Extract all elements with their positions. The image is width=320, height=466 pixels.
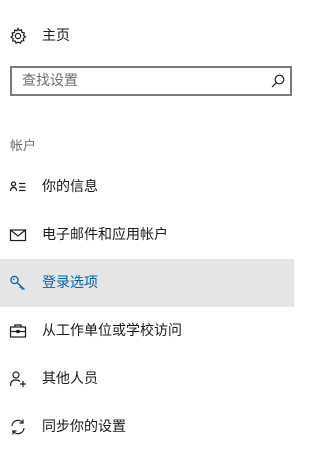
nav-item-label: 其他人员 xyxy=(42,371,98,387)
search-icon[interactable] xyxy=(270,73,286,89)
briefcase-icon xyxy=(9,322,27,340)
gear-icon xyxy=(9,27,27,45)
key-icon xyxy=(9,274,27,292)
mail-icon xyxy=(9,226,27,244)
sync-icon xyxy=(9,418,27,436)
nav-item-label: 从工作单位或学校访问 xyxy=(42,323,182,339)
nav-item-label: 你的信息 xyxy=(42,179,98,195)
nav-item-label: 登录选项 xyxy=(42,275,98,291)
nav-item-sync-settings[interactable]: 同步你的设置 xyxy=(0,403,294,451)
home-label: 主页 xyxy=(42,28,70,44)
nav-item-work-school[interactable]: 从工作单位或学校访问 xyxy=(0,307,294,355)
nav-item-label: 电子邮件和应用帐户 xyxy=(42,227,168,243)
section-header-accounts: 帐户 xyxy=(10,139,37,154)
home-nav-item[interactable]: 主页 xyxy=(0,18,294,54)
nav-item-your-info[interactable]: 你的信息 xyxy=(0,163,294,211)
search-box[interactable] xyxy=(10,66,292,96)
search-input[interactable] xyxy=(12,68,262,94)
nav-item-label: 同步你的设置 xyxy=(42,419,126,435)
add-person-icon xyxy=(9,370,27,388)
nav-item-email-accounts[interactable]: 电子邮件和应用帐户 xyxy=(0,211,294,259)
nav-item-other-people[interactable]: 其他人员 xyxy=(0,355,294,403)
nav-item-sign-in-options[interactable]: 登录选项 xyxy=(0,259,294,307)
person-card-icon xyxy=(9,178,27,196)
